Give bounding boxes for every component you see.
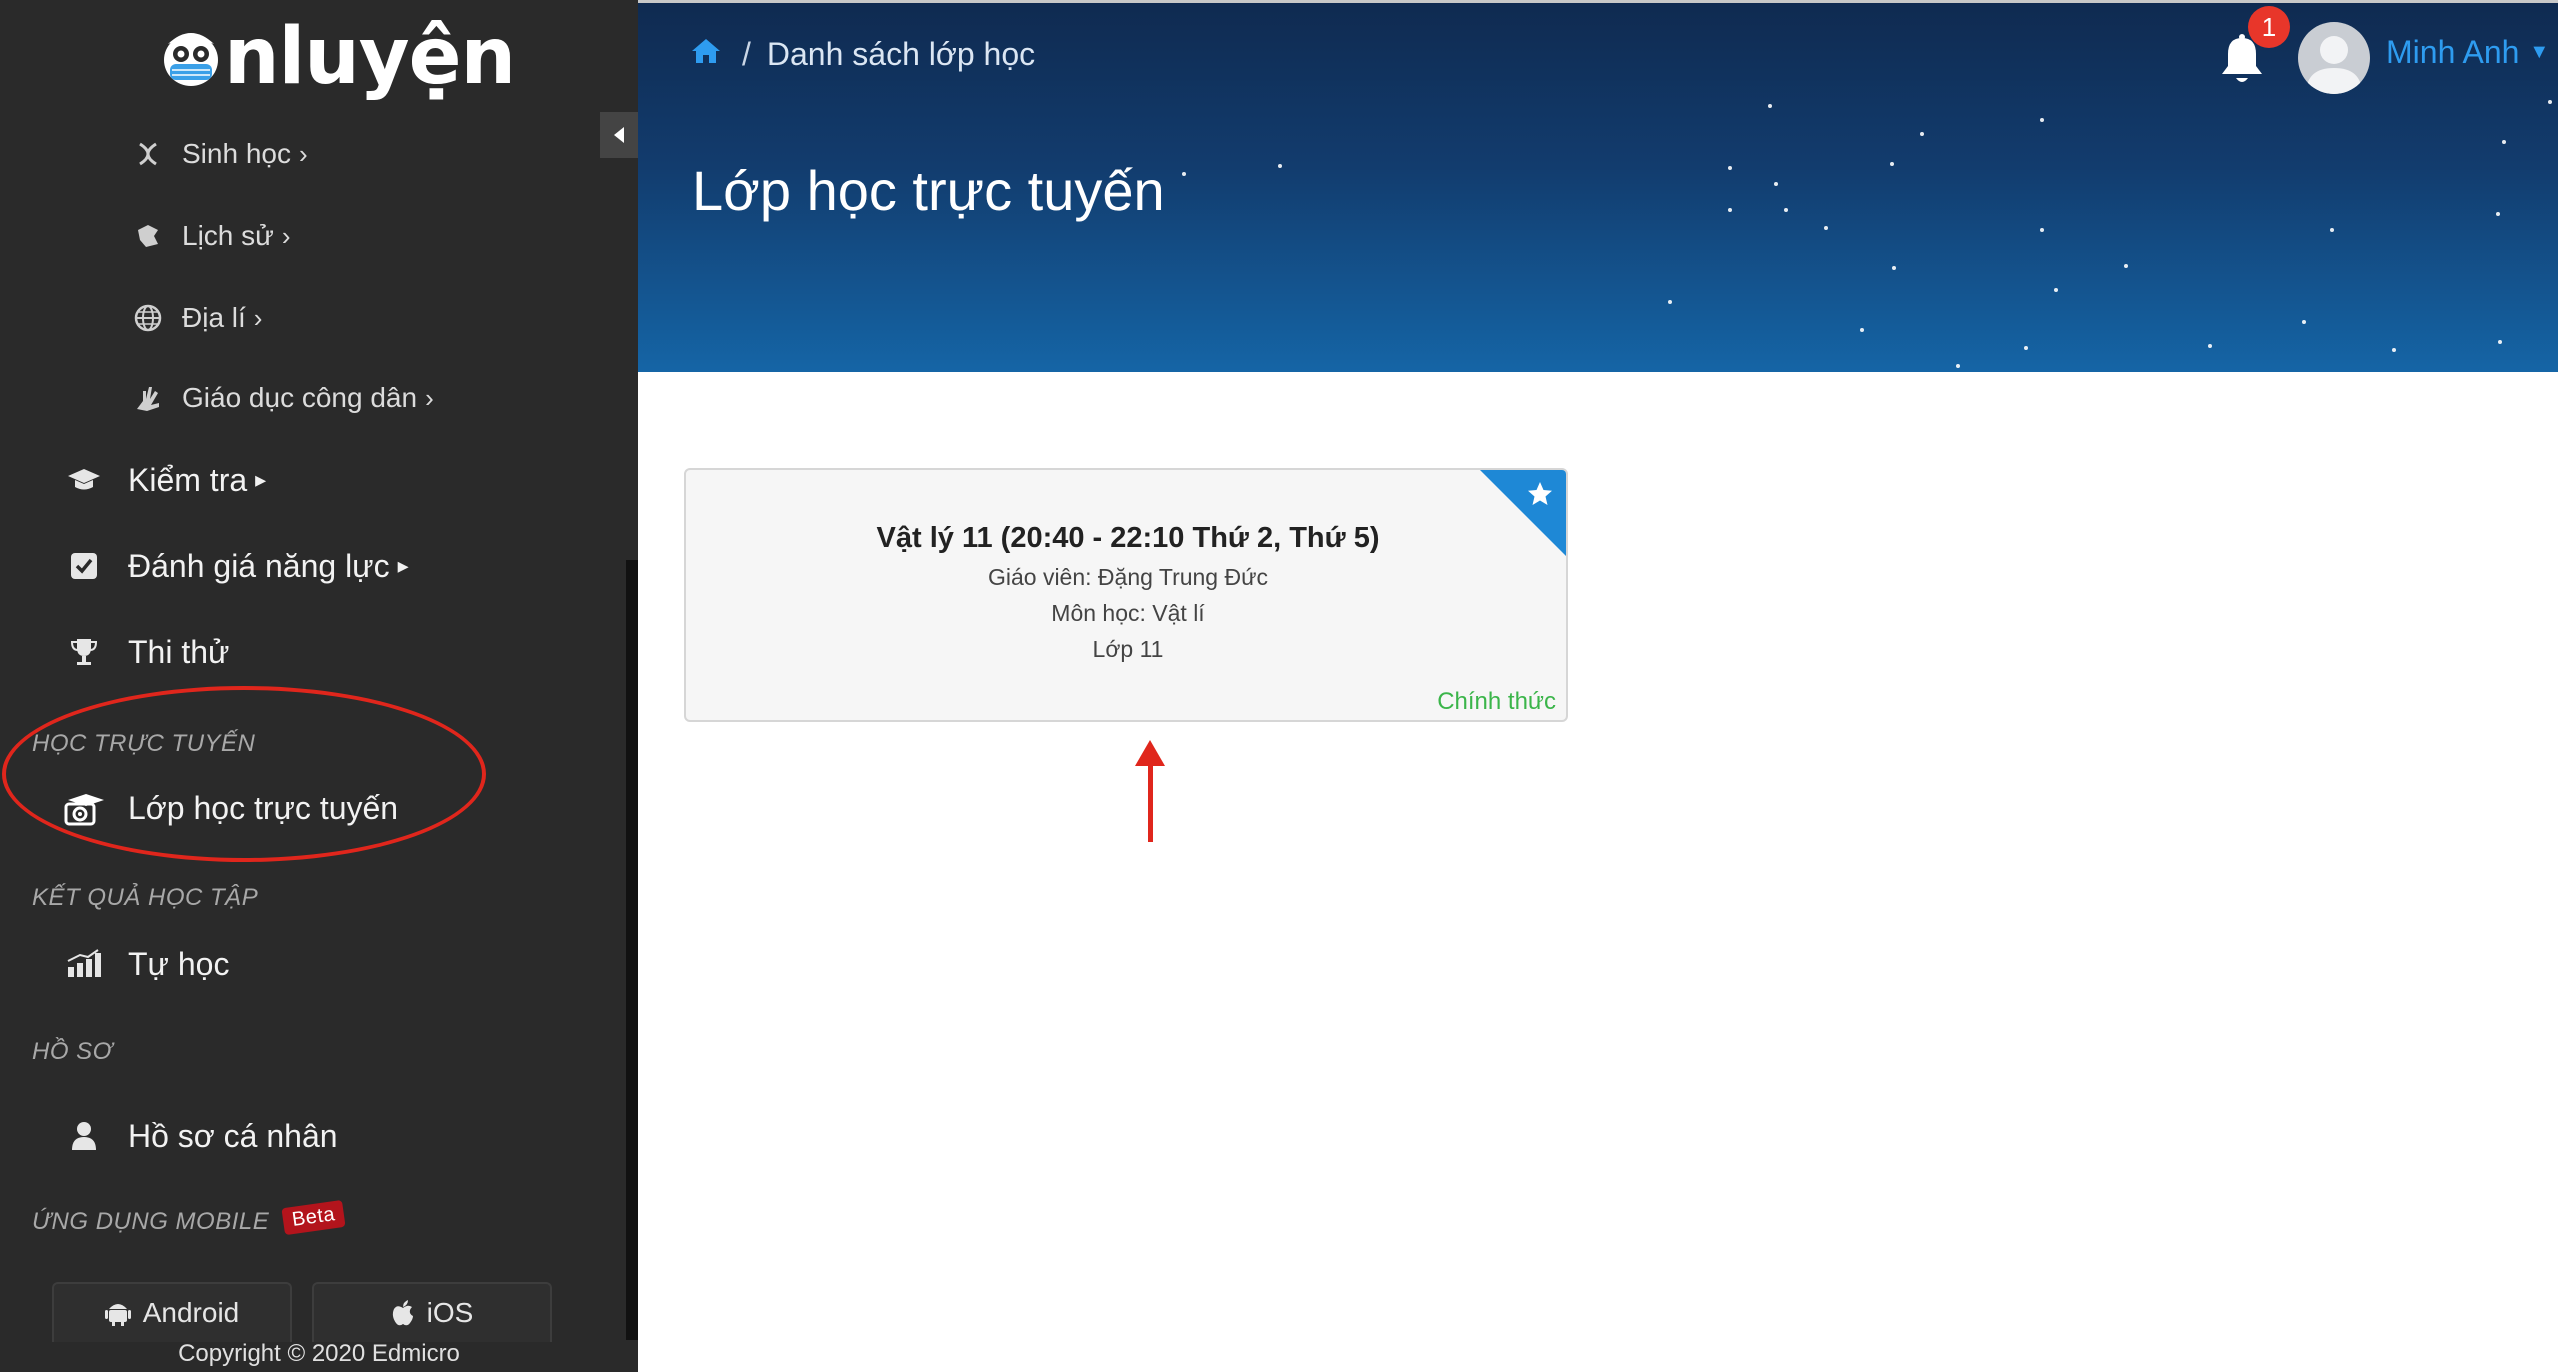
star-decoration	[1784, 208, 1788, 212]
star-decoration	[1890, 162, 1894, 166]
star-decoration	[1768, 104, 1772, 108]
graduation-cap-icon	[64, 460, 104, 500]
copyright-text: Copyright © 2020 Edmicro	[178, 1340, 460, 1367]
sidebar-item-dia-li[interactable]: Địa lí ›	[130, 300, 262, 336]
sidebar-item-sinh-hoc[interactable]: Sinh học ›	[130, 136, 308, 172]
section-learning-results: KẾT QUẢ HỌC TẬP	[32, 884, 259, 911]
star-decoration	[2040, 118, 2044, 122]
caret-down-icon: ▼	[2529, 41, 2550, 63]
page-header: / Danh sách lớp học Lớp học trực tuyến 1…	[638, 0, 2558, 372]
section-profile: HỒ SƠ	[32, 1038, 113, 1065]
star-decoration	[2502, 140, 2506, 144]
sidebar-item-tu-hoc[interactable]: Tự học	[64, 944, 229, 984]
sidebar: nluyện Sinh học › Lịch sử › Địa lí › Giá…	[0, 0, 638, 1372]
class-title: Vật lý 11 (20:40 - 22:10 Thứ 2, Thứ 5)	[876, 522, 1380, 554]
star-decoration	[1182, 172, 1186, 176]
android-icon	[104, 1299, 131, 1327]
star-decoration	[2024, 346, 2028, 350]
brand-logo[interactable]: nluyện	[160, 12, 516, 102]
star-decoration	[2040, 228, 2044, 232]
star-decoration	[2498, 340, 2502, 344]
star-decoration	[2302, 320, 2306, 324]
highlight-annotation	[2, 686, 486, 862]
star-decoration	[1824, 226, 1828, 230]
globe-icon	[130, 300, 166, 336]
user-menu[interactable]: Minh Anh ▼	[2386, 34, 2549, 71]
dna-icon	[130, 136, 166, 172]
star-decoration	[2496, 212, 2500, 216]
trophy-icon	[64, 632, 104, 672]
star-decoration	[1920, 132, 1924, 136]
sidebar-item-gdcd[interactable]: Giáo dục công dân ›	[130, 380, 434, 416]
mascot-logo-icon	[160, 24, 222, 90]
class-card[interactable]: Vật lý 11 (20:40 - 22:10 Thứ 2, Thứ 5) G…	[684, 468, 1568, 722]
chevron-right-icon: ›	[425, 382, 434, 413]
checkbox-icon	[64, 546, 104, 586]
user-icon	[64, 1116, 104, 1156]
breadcrumb: / Danh sách lớp học	[690, 36, 1035, 73]
class-subject: Môn học: Vật lí	[1051, 600, 1205, 626]
bar-chart-icon	[64, 944, 104, 984]
sidebar-collapse-button[interactable]	[600, 112, 638, 158]
hand-icon	[130, 380, 166, 416]
star-decoration	[1860, 328, 1864, 332]
avatar[interactable]	[2298, 22, 2370, 94]
breadcrumb-separator: /	[742, 36, 751, 72]
sidebar-item-danh-gia-nang-luc[interactable]: Đánh giá năng lực ▸	[64, 546, 409, 586]
star-decoration	[1728, 208, 1732, 212]
ios-app-button[interactable]: iOS	[312, 1282, 552, 1342]
sidebar-item-kiem-tra[interactable]: Kiểm tra ▸	[64, 460, 266, 500]
caret-right-icon: ▸	[255, 467, 267, 492]
header-divider	[638, 0, 2558, 3]
star-decoration	[2124, 264, 2128, 268]
class-teacher: Giáo viên: Đặng Trung Đức	[987, 564, 1269, 590]
chevron-right-icon: ›	[281, 220, 291, 251]
star-icon	[1526, 480, 1554, 508]
class-grade: Lớp 11	[1092, 636, 1164, 662]
user-name: Minh Anh	[2386, 34, 2520, 70]
sidebar-item-lich-su[interactable]: Lịch sử ›	[130, 218, 291, 254]
apple-icon	[391, 1299, 415, 1327]
caret-right-icon: ▸	[397, 553, 409, 578]
home-icon[interactable]	[690, 36, 722, 73]
star-decoration	[1668, 300, 1672, 304]
sidebar-item-thi-thu[interactable]: Thi thử	[64, 632, 229, 672]
scroll-icon	[130, 218, 166, 254]
star-decoration	[2054, 288, 2058, 292]
star-decoration	[1774, 182, 1778, 186]
notification-count-badge: 1	[2248, 6, 2290, 48]
logo-wordmark: nluyện	[224, 12, 516, 102]
star-decoration	[2330, 228, 2334, 232]
star-decoration	[2392, 348, 2396, 352]
breadcrumb-current: Danh sách lớp học	[766, 36, 1036, 72]
sidebar-item-ho-so-ca-nhan[interactable]: Hồ sơ cá nhân	[64, 1116, 338, 1156]
beta-badge: Beta	[281, 1199, 346, 1236]
annotation-arrow	[1148, 760, 1153, 842]
star-decoration	[1956, 364, 1960, 368]
page-title: Lớp học trực tuyến	[692, 159, 1165, 222]
caret-left-icon	[614, 127, 624, 143]
section-mobile-app: ỨNG DỤNG MOBILE Beta	[32, 1199, 346, 1237]
star-decoration	[1728, 166, 1732, 170]
star-decoration	[1892, 266, 1896, 270]
class-status: Chính thức	[1437, 688, 1556, 715]
android-app-button[interactable]: Android	[52, 1282, 292, 1342]
star-decoration	[1278, 164, 1282, 168]
star-decoration	[2208, 344, 2212, 348]
sidebar-scrollbar[interactable]	[626, 560, 638, 1340]
star-decoration	[2548, 100, 2552, 104]
chevron-right-icon: ›	[298, 138, 308, 169]
chevron-right-icon: ›	[253, 302, 263, 333]
